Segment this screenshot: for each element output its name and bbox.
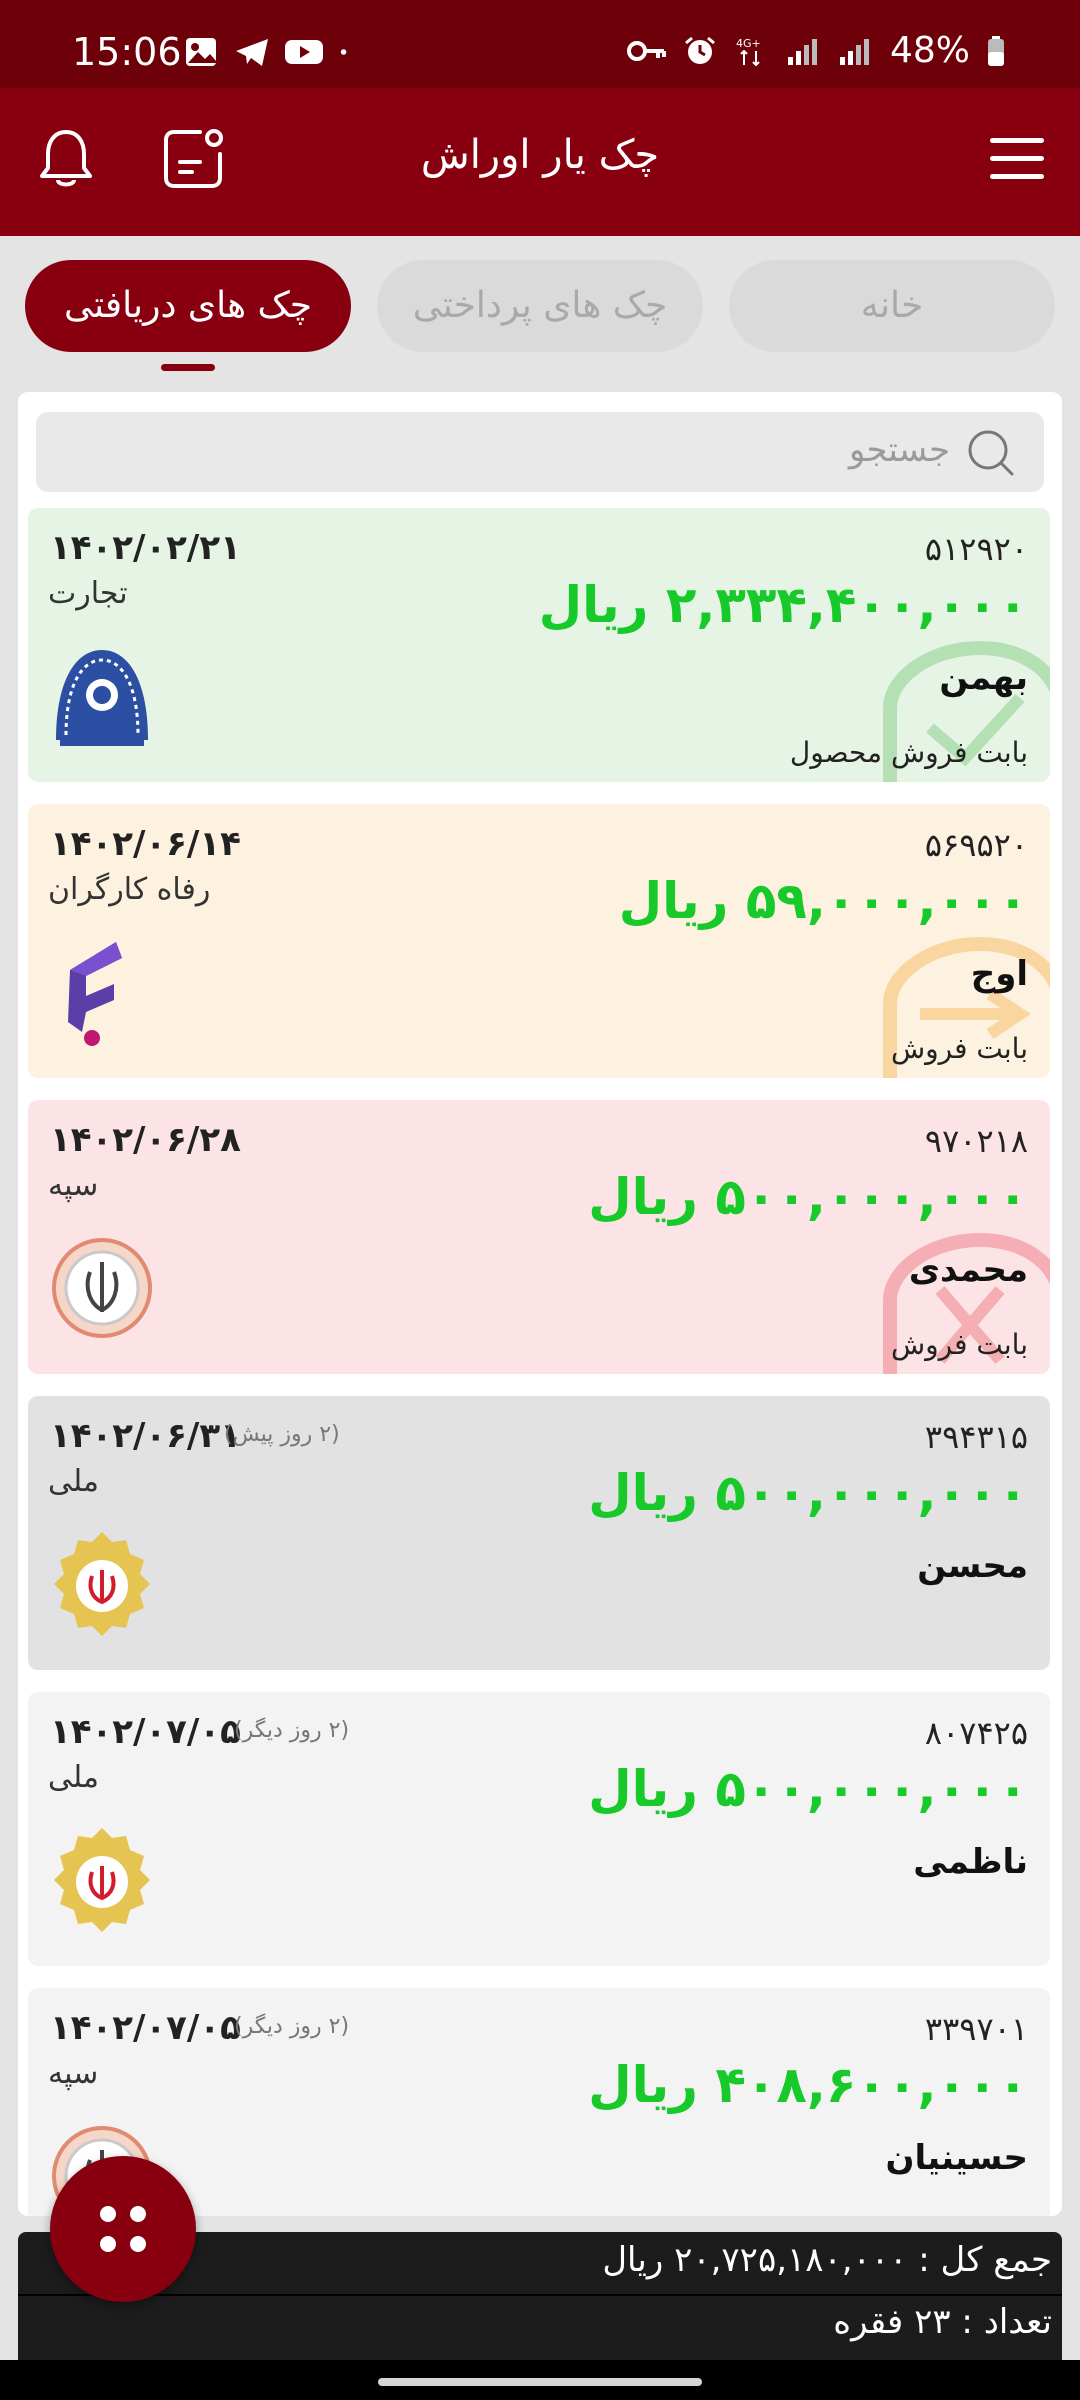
bank-name: ملی [48, 1760, 100, 1795]
tab-bar: چک های دریافتی چک های پرداختی خانه [0, 236, 1080, 390]
cheque-number: ۳۹۴۳۱۵ [924, 1418, 1028, 1456]
gesture-handle[interactable] [378, 2378, 702, 2386]
cheque-card[interactable]: ۸۰۷۴۲۵ ۵۰۰,۰۰۰,۰۰۰ ریال ناظمی ۱۴۰۲/۰۷/۰۵… [28, 1692, 1050, 1966]
cheque-card[interactable]: ۵۱۲۹۲۰ ۲,۳۳۴,۴۰۰,۰۰۰ ریال بهمن بابت فروش… [28, 508, 1050, 782]
fab-dot [130, 2206, 146, 2222]
total-amount: جمع کل : ۲۰,۷۲۵,۱۸۰,۰۰۰ ریال [602, 2240, 1052, 2280]
cheque-description: بابت فروش [890, 1328, 1028, 1361]
cheque-card[interactable]: ۳۹۴۳۱۵ ۵۰۰,۰۰۰,۰۰۰ ریال محسن ۱۴۰۲/۰۶/۳۱ … [28, 1396, 1050, 1670]
cheque-card[interactable]: ۵۶۹۵۲۰ ۵۹,۰۰۰,۰۰۰ ریال اوج بابت فروش ۱۴۰… [28, 804, 1050, 1078]
cheque-number: ۳۳۹۷۰۱ [924, 2010, 1028, 2048]
bank-name: سپه [48, 1168, 99, 1203]
summary-divider [18, 2294, 1062, 2296]
bank-name: تجارت [48, 576, 128, 611]
cheque-card[interactable]: ۹۷۰۲۱۸ ۵۰۰,۰۰۰,۰۰۰ ریال محمدی بابت فروش … [28, 1100, 1050, 1374]
cheque-description: بابت فروش محصول [789, 736, 1028, 769]
fab-menu-button[interactable] [50, 2156, 196, 2302]
cheque-number: ۹۷۰۲۱۸ [924, 1122, 1028, 1160]
battery-percent: 48% [889, 30, 970, 71]
cheque-amount: ۵۰۰,۰۰۰,۰۰۰ ریال [588, 1760, 1028, 1818]
cheque-number: ۵۱۲۹۲۰ [924, 530, 1028, 568]
cheque-card[interactable]: ۳۳۹۷۰۱ ۴۰۸,۶۰۰,۰۰۰ ریال حسینیان ۱۴۰۲/۰۷/… [28, 1988, 1050, 2216]
alarm-icon [685, 36, 715, 64]
cheque-payee: محمدی [908, 1250, 1028, 1290]
cheque-payee: اوج [970, 954, 1028, 994]
cheque-number: ۸۰۷۴۲۵ [924, 1714, 1028, 1752]
cheque-amount: ۵۹,۰۰۰,۰۰۰ ریال [618, 872, 1028, 930]
search-bar[interactable]: جستجو [36, 412, 1044, 492]
cheque-date: ۱۴۰۲/۰۶/۲۸ [50, 1120, 241, 1160]
cheque-payee: ناظمی [913, 1842, 1028, 1882]
cheque-date: ۱۴۰۲/۰۲/۲۱ [50, 528, 241, 568]
bank-name: رفاه کارگران [48, 872, 211, 907]
battery-icon [988, 35, 1004, 66]
vpn-key-icon [626, 40, 666, 61]
melli-bank-logo [54, 1532, 150, 1636]
status-bar: 15:06 4G+ 48% [0, 0, 1080, 88]
signal-icon [787, 38, 817, 65]
telegram-icon [236, 39, 268, 66]
system-icons: 4G+ 48% [626, 30, 1006, 71]
fab-dot [100, 2206, 116, 2222]
cheque-payee: بهمن [939, 658, 1028, 698]
relative-date: (۲ روز دیگر) [234, 1718, 350, 1743]
status-time: 15:06 [72, 30, 182, 74]
active-tab-indicator [161, 364, 215, 371]
tab-paid-cheques[interactable]: چک های پرداختی [377, 260, 703, 352]
sepah-bank-logo [52, 1238, 152, 1338]
cheque-count: تعداد : ۲۳ فقره [833, 2302, 1052, 2342]
app-bar: چک یار اوراش [0, 88, 1080, 236]
youtube-icon [285, 40, 323, 64]
search-icon [968, 430, 1014, 476]
cheque-payee: حسینیان [885, 2138, 1028, 2178]
network-4g-icon: 4G+ [736, 37, 761, 66]
signal-2-icon [839, 38, 869, 65]
cheque-date: ۱۴۰۲/۰۶/۱۴ [50, 824, 241, 864]
app-title: چک یار اوراش [420, 132, 660, 178]
bank-name: سپه [48, 2056, 99, 2091]
system-nav-bar [0, 2360, 1080, 2400]
bank-name: ملی [48, 1464, 100, 1499]
relative-date: (۲ روز پیش) [224, 1422, 340, 1447]
cheque-date: ۱۴۰۲/۰۶/۳۱ [50, 1416, 241, 1456]
cheque-amount: ۲,۳۳۴,۴۰۰,۰۰۰ ریال [538, 576, 1028, 634]
tejarat-bank-logo [56, 650, 148, 746]
cheque-date: ۱۴۰۲/۰۷/۰۵ [50, 1712, 241, 1752]
cheque-payee: محسن [917, 1546, 1028, 1586]
notification-icons [184, 36, 358, 68]
melli-bank-logo [54, 1828, 150, 1932]
cheque-description: بابت فروش [890, 1032, 1028, 1065]
gallery-icon [186, 38, 216, 66]
relative-date: (۲ روز دیگر) [234, 2014, 350, 2039]
tab-received-cheques[interactable]: چک های دریافتی [25, 260, 351, 352]
search-placeholder: جستجو [848, 430, 950, 470]
svg-text:4G+: 4G+ [736, 37, 761, 50]
menu-icon[interactable] [990, 138, 1044, 182]
fab-dot [130, 2236, 146, 2252]
cheque-date: ۱۴۰۲/۰۷/۰۵ [50, 2008, 241, 2048]
more-notifications-icon [340, 49, 347, 55]
cheque-amount: ۵۰۰,۰۰۰,۰۰۰ ریال [588, 1464, 1028, 1522]
cheque-amount: ۴۰۸,۶۰۰,۰۰۰ ریال [588, 2056, 1028, 2114]
refah-bank-logo [68, 942, 122, 1046]
cheque-number: ۵۶۹۵۲۰ [924, 826, 1028, 864]
tab-home[interactable]: خانه [729, 260, 1055, 352]
cheque-list-panel: جستجو ۵۱۲۹۲۰ ۲,۳۳۴,۴۰۰,۰۰۰ ریال بهمن باب… [18, 392, 1062, 2216]
cheque-amount: ۵۰۰,۰۰۰,۰۰۰ ریال [588, 1168, 1028, 1226]
fab-dot [100, 2236, 116, 2252]
